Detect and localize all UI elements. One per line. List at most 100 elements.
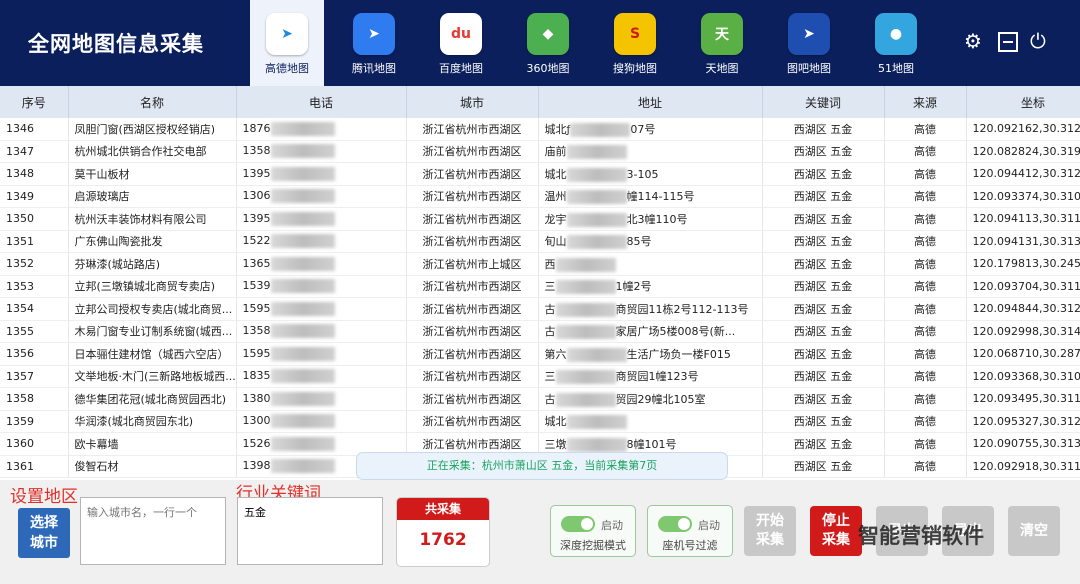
map-tab-2[interactable]: du 百度地图 [424,0,498,86]
cell-source: 高德 [884,252,967,276]
cell-city: 浙江省杭州市西湖区 [406,207,539,231]
table-row[interactable]: 1357 文举地板·木门(三新路地板城西... 1835 浙江省杭州市西湖区三 商贸园1… [0,365,1080,388]
cell-address: 古 贸园29幢北105室 [538,387,763,411]
toggle-switch[interactable] [658,516,692,532]
cell-coordinates: 120.093374,30.31099 [966,185,1080,208]
cell-keyword: 西湖区 五金 [762,140,885,163]
map-tab-label: 天地图 [705,62,739,75]
redacted-mask [570,122,631,137]
address-end: 家居广场5楼008号(新... [615,325,736,339]
deep-mining-toggle[interactable]: 启动 深度挖掘模式 [550,505,636,557]
table-row[interactable]: 1352 芬琳漆(城站路店) 1365 浙江省杭州市上城区西 西湖区 五金 高德 120.1… [0,252,1080,276]
map-tab-1[interactable]: ➤ 腾讯地图 [337,0,411,86]
map-tab-5[interactable]: 天天地图 [685,0,759,86]
cell-city: 浙江省杭州市西湖区 [406,342,539,366]
table-row[interactable]: 1354 立邦公司授权专卖店(城北商贸... 1595 浙江省杭州市西湖区古 商贸园11… [0,297,1080,321]
cell-source: 高德 [884,275,967,298]
phone-prefix: 1526 [242,436,271,450]
map-tab-4[interactable]: S 搜狗地图 [598,0,672,86]
total-count-label: 共采集 [397,498,489,520]
cell-phone: 1358 [236,140,407,163]
table-row[interactable]: 1353 立邦(三墩镇城北商贸专卖店) 1539 浙江省杭州市西湖区三 1幢2号 西湖区 … [0,275,1080,298]
column-header[interactable]: 电话 [236,86,407,118]
table-row[interactable]: 1346 凤胆门窗(西湖区授权经销店) 1876 浙江省杭州市西湖区 城北ƒ 07号 西湖区… [0,118,1080,141]
sogou-map-icon: S [614,13,656,55]
results-table[interactable]: 序号 名称 电话 城市 地址 关键词 来源 坐标 1346 凤胆门窗(西湖区授权经销店) 1876… [0,86,1080,480]
column-header[interactable]: 关键词 [762,86,885,118]
map-tab-0[interactable]: ➤ 高德地图 [250,0,324,86]
map-tab-7[interactable]: ● 51地图 [859,0,933,86]
column-header[interactable]: 地址 [538,86,763,118]
cell-name: 俊智石材 [68,455,237,478]
cell-keyword: 西湖区 五金 [762,410,885,433]
table-row[interactable]: 1347 杭州城北供销合作社交电部 1358 浙江省杭州市西湖区 庙前 西湖区 五金 高德 1… [0,140,1080,163]
cell-source: 高德 [884,365,967,388]
baidu-map-icon: du [440,13,482,55]
redacted-mask [566,347,627,362]
redacted-mask [566,437,627,452]
clear-button[interactable]: 清空 [1008,506,1060,556]
power-icon[interactable]: ⏻ [1030,30,1046,52]
map-tab-6[interactable]: ➤ 图吧地图 [772,0,846,86]
address-start: 西 [544,257,556,271]
cell-city: 浙江省杭州市西湖区 [406,275,539,298]
redacted-mask [270,166,335,181]
toggle-switch[interactable] [561,516,595,532]
cell-keyword: 西湖区 五金 [762,320,885,343]
cell-name: 杭州沃丰装饰材料有限公司 [68,207,237,231]
address-start: 温州 [544,190,567,204]
start-button[interactable]: 开始采集 [744,506,796,556]
toggle-state: 启动 [698,519,720,532]
redacted-mask [555,257,616,272]
address-start: 第六 [544,347,567,361]
51map-icon: ● [875,13,917,55]
cell-coordinates: 120.068710,30.28788 [966,342,1080,366]
table-row[interactable]: 1348 莫干山板材 1395 浙江省杭州市西湖区 城北 3-105 西湖区 五金 高德 120… [0,162,1080,186]
redacted-mask [270,279,335,294]
cell-index: 1361 [0,455,69,478]
cell-coordinates: 120.094113,30.31116 [966,207,1080,231]
cell-phone: 1380 [236,387,407,411]
redacted-mask [270,189,335,204]
table-row[interactable]: 1356 日本骊住建材馆（城西六空店） 1595 浙江省杭州市西湖区 第六 生活广场负一楼… [0,342,1080,366]
column-header[interactable]: 序号 [0,86,69,118]
cell-source: 高德 [884,230,967,253]
cell-address: 古 家居广场5楼008号(新... [538,320,763,343]
column-header[interactable]: 坐标 [966,86,1080,118]
map-tab-label: 百度地图 [439,62,483,75]
column-header[interactable]: 名称 [68,86,237,118]
redacted-mask [270,436,335,451]
column-header[interactable]: 来源 [884,86,967,118]
table-row[interactable]: 1359 华润漆(城北商贸园东北) 1300 浙江省杭州市西湖区 城北 西湖区 五金 高德 1… [0,410,1080,433]
minimize-icon[interactable] [998,30,1018,56]
cell-source: 高德 [884,207,967,231]
cell-name: 文举地板·木门(三新路地板城西... [68,365,237,388]
phone-prefix: 1365 [242,256,271,270]
cell-name: 芬琳漆(城站路店) [68,252,237,276]
map-tab-3[interactable]: ◆ 360地图 [511,0,585,86]
city-input[interactable] [80,497,226,565]
cell-index: 1347 [0,140,69,163]
table-row[interactable]: 1349 启源玻璃店 1306 浙江省杭州市西湖区 温州 幢114-115号 西湖区 五金高… [0,185,1080,208]
table-row[interactable]: 1355 木易门窗专业订制系统窗(城西... 1358 浙江省杭州市西湖区古 家居广场5… [0,320,1080,343]
keyword-input[interactable]: 五金 [237,497,383,565]
cell-name: 华润漆(城北商贸园东北) [68,410,237,433]
table-row[interactable]: 1358 德华集团花冠(城北商贸园西北) 1380 浙江省杭州市西湖区古 贸园29幢北1… [0,387,1080,411]
stop-button[interactable]: 停止采集 [810,506,862,556]
total-count: 共采集 1762 [396,497,490,567]
landline-filter-toggle[interactable]: 启动 座机号过滤 [647,505,733,557]
cell-phone: 1595 [236,297,407,321]
status-banner: 正在采集：杭州市萧山区 五金，当前采集第7页 [356,452,728,480]
table-row[interactable]: 1351 广东佛山陶瓷批发 1522 浙江省杭州市西湖区 旬山 85号 西湖区 五金 高德 12… [0,230,1080,253]
cell-index: 1357 [0,365,69,388]
address-start: 城北 [544,167,567,181]
cell-source: 高德 [884,432,967,456]
select-city-button[interactable]: 选择城市 [18,508,70,558]
redacted-mask [270,211,335,226]
table-row[interactable]: 1350 杭州沃丰装饰材料有限公司 1395 浙江省杭州市西湖区 龙宇 北3幢110号 西湖… [0,207,1080,231]
column-header[interactable]: 城市 [406,86,539,118]
gear-icon[interactable]: ⚙ [964,30,982,52]
cell-coordinates: 120.093704,30.31112 [966,275,1080,298]
address-start: 古 [544,392,556,406]
phone-prefix: 1300 [242,414,271,428]
